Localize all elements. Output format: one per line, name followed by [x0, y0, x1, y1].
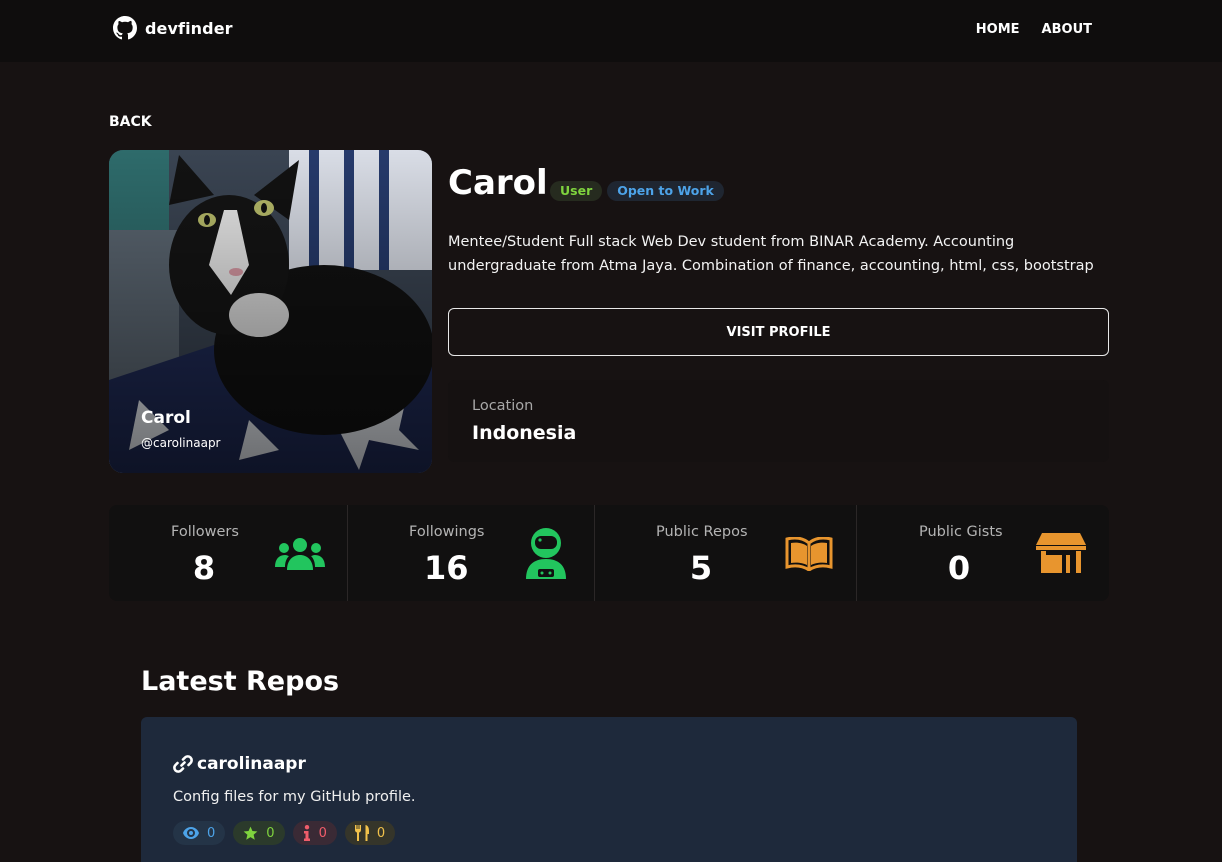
repo-issues: 0: [292, 821, 337, 845]
nav-home-link[interactable]: HOME: [976, 22, 1020, 37]
stat-followings: Followings 16: [348, 505, 595, 601]
repo-stats: 0 0 0 0: [173, 821, 396, 845]
repo-stars-count: 0: [266, 825, 275, 841]
repo-forks: 0: [344, 821, 396, 845]
location-label: Location: [472, 398, 534, 414]
visit-profile-button[interactable]: VISIT PROFILE: [448, 308, 1109, 356]
back-link[interactable]: BACK: [109, 114, 152, 130]
repo-link[interactable]: carolinaapr: [173, 754, 306, 774]
brand-link[interactable]: devfinder: [113, 16, 233, 40]
stat-label: Followers: [171, 524, 239, 540]
github-icon: [113, 16, 137, 40]
eye-icon: [183, 827, 199, 839]
avatar-login: @carolinaapr: [141, 436, 221, 450]
repo-description: Config files for my GitHub profile.: [173, 789, 416, 805]
stat-followers: Followers 8: [109, 505, 348, 601]
brand-name: devfinder: [145, 18, 233, 38]
store-icon: [1036, 533, 1086, 573]
user-type-badge: User: [550, 181, 603, 201]
repo-name: carolinaapr: [197, 754, 306, 774]
stat-value: 16: [424, 549, 469, 587]
repo-card: carolinaapr Config files for my GitHub p…: [141, 717, 1077, 862]
stat-value: 0: [947, 549, 971, 587]
stat-label: Public Gists: [919, 524, 1003, 540]
location-value: Indonesia: [472, 422, 577, 444]
location-box: Location Indonesia: [448, 380, 1109, 462]
stat-value: 8: [192, 549, 216, 587]
stat-label: Followings: [409, 524, 485, 540]
nav-about-link[interactable]: ABOUT: [1042, 22, 1092, 37]
repo-stars: 0: [233, 821, 285, 845]
astronaut-icon: [524, 527, 568, 579]
stat-label: Public Repos: [656, 524, 748, 540]
book-open-icon: [785, 537, 833, 571]
users-icon: [275, 537, 325, 571]
stat-public-repos: Public Repos 5: [595, 505, 857, 601]
avatar-card: Carol @carolinaapr: [109, 150, 432, 473]
star-icon: [243, 826, 258, 840]
repo-watchers-count: 0: [207, 825, 216, 841]
open-to-work-badge: Open to Work: [607, 181, 724, 201]
latest-repos-title: Latest Repos: [141, 666, 340, 697]
profile-bio: Mentee/Student Full stack Web Dev studen…: [448, 234, 1094, 274]
stat-public-gists: Public Gists 0: [857, 505, 1109, 601]
avatar-name: Carol: [141, 408, 191, 428]
repo-forks-count: 0: [376, 825, 386, 841]
nav-links: HOME ABOUT: [976, 22, 1092, 37]
utensils-icon: [354, 825, 369, 841]
info-icon: [303, 825, 310, 841]
repo-issues-count: 0: [318, 825, 327, 841]
link-icon: [173, 755, 193, 773]
profile-name: Carol: [448, 163, 548, 203]
navbar: devfinder HOME ABOUT: [0, 0, 1222, 62]
profile-badges: User Open to Work: [550, 181, 724, 201]
repo-watchers: 0: [173, 821, 226, 845]
stats-bar: Followers 8 Followings 16 Public Repos 5…: [109, 505, 1109, 601]
stat-value: 5: [689, 549, 713, 587]
